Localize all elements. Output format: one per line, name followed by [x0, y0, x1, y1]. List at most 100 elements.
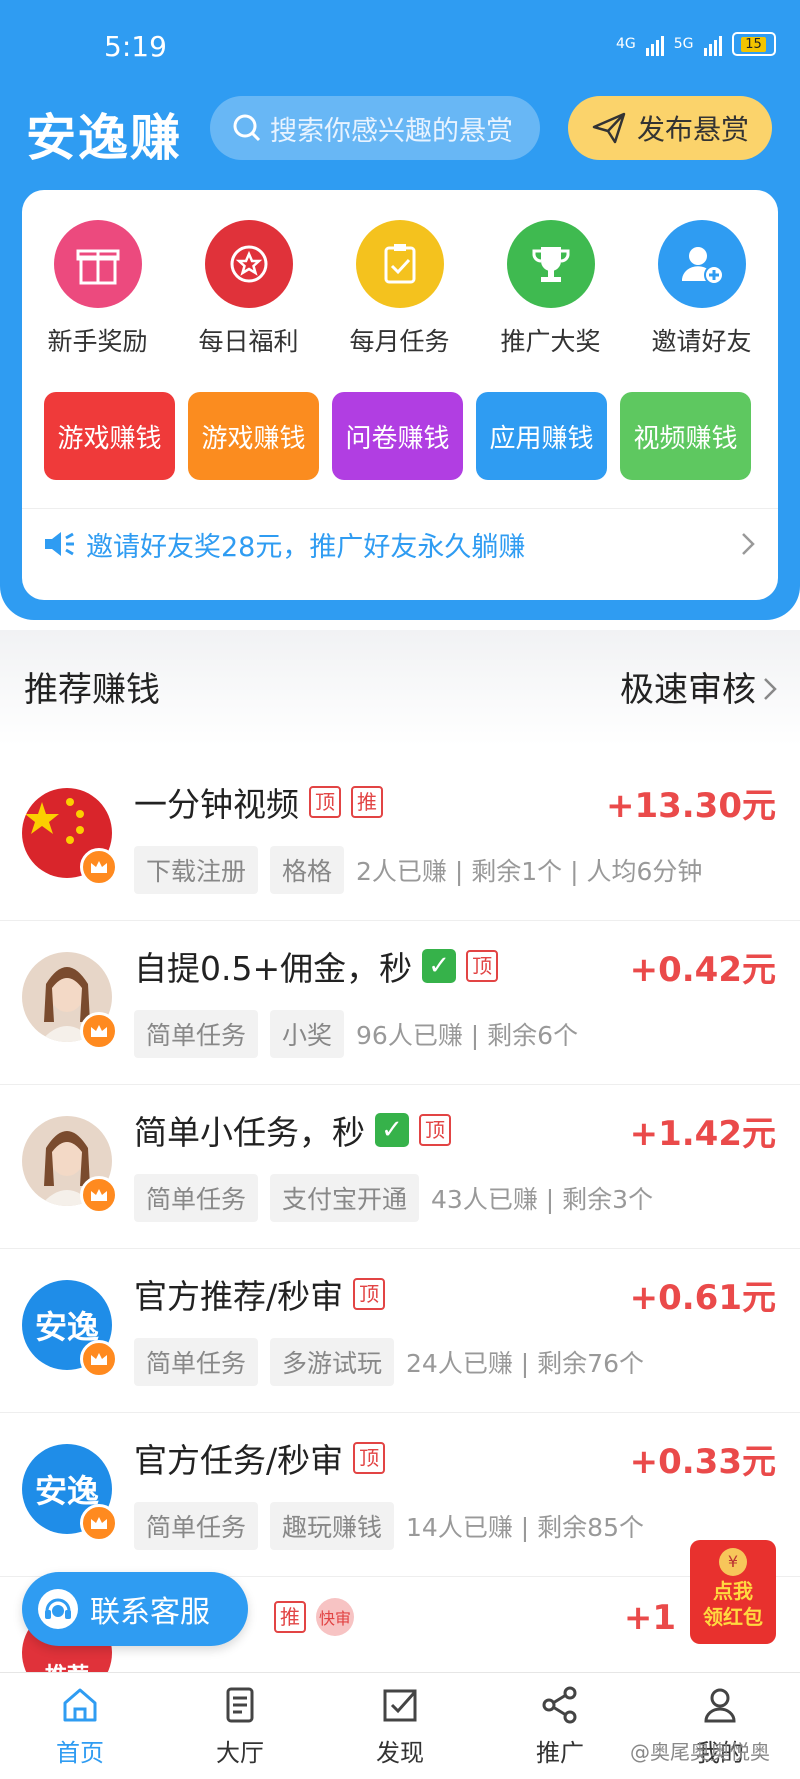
- top-badge: 顶: [353, 1442, 386, 1474]
- category-tags-row: 游戏赚钱 游戏赚钱 问卷赚钱 应用赚钱 视频赚钱: [44, 392, 751, 480]
- search-bar[interactable]: 搜索你感兴趣的悬赏: [210, 96, 540, 160]
- nav-promote[interactable]: 推广: [480, 1673, 640, 1779]
- task-price: +1: [623, 1598, 676, 1638]
- category-game-earn-1[interactable]: 游戏赚钱: [44, 392, 175, 480]
- task-meta: 简单任务 多游试玩 24人已赚 | 剩余76个: [134, 1338, 644, 1386]
- top-badge: 顶: [353, 1278, 386, 1310]
- task-chip: 简单任务: [134, 1174, 259, 1222]
- signal-icon-2: [703, 32, 722, 56]
- task-row[interactable]: 一分钟视频 顶 推 +13.30元 下载注册 格格 2人已赚 | 剩余1个 | …: [0, 756, 800, 921]
- task-price: +13.30元: [605, 786, 776, 826]
- task-meta: 下载注册 格格 2人已赚 | 剩余1个 | 人均6分钟: [134, 846, 702, 894]
- feature-card: 新手奖励 每日福利 每月任务 推广大奖 邀请好友 游戏赚钱 游戏赚钱 问卷赚钱 …: [22, 190, 778, 600]
- nav-label: 发现: [376, 1739, 424, 1767]
- search-icon: [233, 114, 261, 142]
- task-price: +0.33元: [629, 1442, 776, 1482]
- fast-review-link[interactable]: 极速审核: [620, 662, 756, 711]
- check-mark-icon: ✓: [375, 1113, 409, 1147]
- quick-item-promo-prize[interactable]: 推广大奖: [475, 220, 626, 358]
- coin-icon: ¥: [719, 1548, 747, 1576]
- notice-bar[interactable]: 邀请好友奖28元，推广好友永久躺赚: [22, 508, 778, 579]
- task-row[interactable]: 安逸 官方推荐/秒审 顶 +0.61元 简单任务 多游试玩 24人已赚 | 剩余…: [0, 1248, 800, 1413]
- publish-reward-label: 发布悬赏: [636, 113, 749, 146]
- quick-icons-row: 新手奖励 每日福利 每月任务 推广大奖 邀请好友: [22, 220, 778, 358]
- network-4g-label: 4G: [616, 36, 636, 52]
- red-packet-line1: 点我: [713, 1579, 753, 1603]
- trophy-icon: [506, 220, 595, 308]
- quick-item-label: 每日福利: [198, 327, 299, 356]
- publish-reward-button[interactable]: 发布悬赏: [568, 96, 772, 160]
- task-chip: 小奖: [270, 1010, 345, 1058]
- nav-label: 首页: [56, 1739, 104, 1767]
- share-icon: [542, 1686, 577, 1724]
- task-title: 一分钟视频: [134, 785, 299, 824]
- task-title-row: 推 快审: [274, 1598, 354, 1636]
- task-stat: 24人已赚 | 剩余76个: [406, 1349, 644, 1378]
- header-background: 5:19 4G 5G 15 安逸赚 搜索你感兴趣的悬赏 发布悬赏 新手奖励 每日…: [0, 0, 800, 620]
- task-row[interactable]: 安逸 官方任务/秒审 顶 +0.33元 简单任务 趣玩赚钱 14人已赚 | 剩余…: [0, 1412, 800, 1577]
- watermark: @奥尾奥奥悦奥: [630, 1740, 770, 1764]
- megaphone-icon: [45, 532, 74, 556]
- category-video-earn[interactable]: 视频赚钱: [620, 392, 751, 480]
- task-price: +1.42元: [629, 1114, 776, 1154]
- star-badge-icon: [204, 220, 293, 308]
- red-packet-line2: 领红包: [703, 1605, 763, 1629]
- task-row[interactable]: 自提0.5+佣金，秒 ✓ 顶 +0.42元 简单任务 小奖 96人已赚 | 剩余…: [0, 920, 800, 1085]
- user-icon: [704, 1688, 736, 1723]
- task-title: 简单小任务，秒: [134, 1113, 365, 1152]
- nav-hall[interactable]: 大厅: [160, 1673, 320, 1779]
- task-stat: 14人已赚 | 剩余85个: [406, 1513, 644, 1542]
- paper-plane-icon: [592, 112, 626, 144]
- task-chip: 简单任务: [134, 1338, 259, 1386]
- task-price: +0.42元: [629, 950, 776, 990]
- task-chip: 格格: [270, 846, 345, 894]
- nav-home[interactable]: 首页: [0, 1673, 160, 1779]
- gift-icon: [53, 220, 142, 308]
- task-row[interactable]: 简单小任务，秒 ✓ 顶 +1.42元 简单任务 支付宝开通 43人已赚 | 剩余…: [0, 1084, 800, 1249]
- task-chip: 支付宝开通: [270, 1174, 420, 1222]
- task-title-row: 官方推荐/秒审 顶: [134, 1270, 386, 1318]
- top-badge: 顶: [466, 950, 499, 982]
- quick-item-label: 邀请好友: [651, 327, 752, 356]
- home-icon: [63, 1688, 97, 1722]
- chevron-right-icon: [764, 678, 777, 700]
- task-chip: 趣玩赚钱: [270, 1502, 395, 1550]
- task-meta: 简单任务 支付宝开通 43人已赚 | 剩余3个: [134, 1174, 653, 1222]
- quick-item-invite-friends[interactable]: 邀请好友: [626, 220, 777, 358]
- crown-icon: [80, 1504, 118, 1542]
- category-survey-earn[interactable]: 问卷赚钱: [332, 392, 463, 480]
- task-title: 自提0.5+佣金，秒: [134, 949, 413, 988]
- fast-review-badge: 快审: [316, 1598, 354, 1636]
- signal-icon: [645, 32, 664, 56]
- task-chip: 多游试玩: [270, 1338, 395, 1386]
- nav-discover[interactable]: 发现: [320, 1673, 480, 1779]
- check-square-icon: [383, 1689, 417, 1722]
- recommend-badge: 推: [351, 786, 383, 818]
- document-icon: [226, 1687, 254, 1723]
- check-mark-icon: ✓: [422, 949, 457, 983]
- task-title-row: 一分钟视频 顶 推: [134, 778, 383, 826]
- battery-level: 15: [741, 36, 766, 52]
- category-app-earn[interactable]: 应用赚钱: [476, 392, 607, 480]
- nav-label: 大厅: [216, 1739, 264, 1767]
- nav-label: 推广: [536, 1739, 584, 1767]
- category-game-earn-2[interactable]: 游戏赚钱: [188, 392, 319, 480]
- quick-item-monthly-task[interactable]: 每月任务: [324, 220, 475, 358]
- customer-service-button[interactable]: 联系客服: [22, 1572, 248, 1646]
- quick-item-daily-welfare[interactable]: 每日福利: [173, 220, 324, 358]
- status-icons: 4G 5G 15: [616, 32, 776, 56]
- red-packet-button[interactable]: ¥ 点我 领红包: [690, 1540, 776, 1644]
- clipboard-check-icon: [355, 220, 444, 308]
- task-meta: 简单任务 趣玩赚钱 14人已赚 | 剩余85个: [134, 1502, 644, 1550]
- task-stat: 2人已赚 | 剩余1个 | 人均6分钟: [356, 857, 703, 886]
- crown-icon: [80, 1340, 118, 1378]
- chevron-right-icon: [742, 533, 755, 555]
- task-price: +0.61元: [629, 1278, 776, 1318]
- task-title: 官方推荐/秒审: [134, 1277, 344, 1316]
- top-badge: 顶: [309, 786, 341, 818]
- customer-service-label: 联系客服: [90, 1595, 210, 1630]
- task-meta: 简单任务 小奖 96人已赚 | 剩余6个: [134, 1010, 578, 1058]
- quick-item-newbie-reward[interactable]: 新手奖励: [22, 220, 173, 358]
- add-user-icon: [657, 220, 746, 308]
- status-time: 5:19: [104, 30, 167, 63]
